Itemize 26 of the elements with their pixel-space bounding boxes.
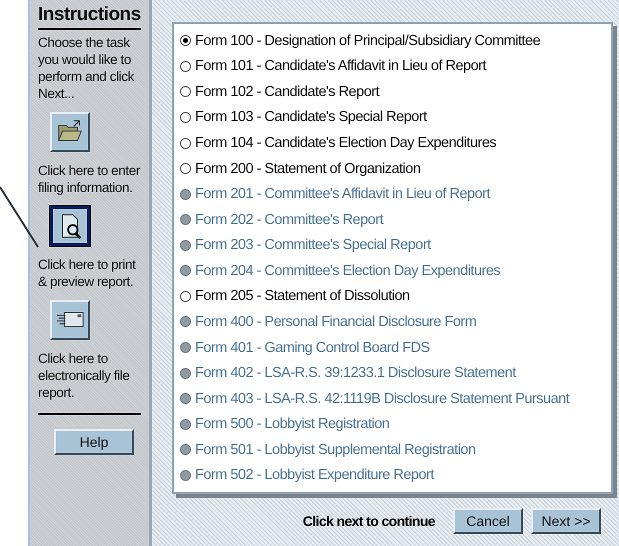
task-caption: Click here to enter filing information. <box>38 162 141 196</box>
form-option[interactable]: Form 104 - Candidate's Election Day Expenditures <box>180 130 605 156</box>
instructions-text: Choose the task you would like to perform and click Next... <box>38 34 136 102</box>
radio-button[interactable] <box>180 35 191 46</box>
radio-button[interactable] <box>180 60 191 72</box>
form-option[interactable]: Form 200 - Statement of Organization <box>180 156 605 182</box>
task-caption: Click here to electronically file report. <box>38 350 130 401</box>
folder-button[interactable] <box>50 112 90 152</box>
form-option[interactable]: Form 100 - Designation of Principal/Subsidiary Committee <box>180 28 605 54</box>
help-button[interactable]: Help <box>54 429 134 455</box>
mail-button[interactable] <box>50 300 90 340</box>
continue-hint: Click next to continue <box>302 513 435 529</box>
cancel-button[interactable]: Cancel <box>453 508 523 534</box>
task-caption: Click here to print & preview report. <box>38 256 137 290</box>
radio-button[interactable] <box>180 290 191 302</box>
form-option[interactable]: Form 103 - Candidate's Special Report <box>180 104 605 130</box>
preview-button[interactable] <box>50 206 90 246</box>
form-option[interactable]: Form 101 - Candidate's Affidavit in Lieu of Report <box>180 54 605 80</box>
form-option[interactable]: Form 102 - Candidate's Report <box>180 79 605 105</box>
radio-button[interactable] <box>180 112 191 123</box>
radio-button[interactable] <box>180 163 191 174</box>
panel-title: Instructions <box>38 4 141 30</box>
form-option[interactable]: Form 205 - Statement of Dissolution <box>180 284 605 310</box>
radio-button[interactable] <box>180 138 191 149</box>
next-button[interactable]: Next >> <box>531 508 601 534</box>
radio-button[interactable] <box>180 86 191 98</box>
